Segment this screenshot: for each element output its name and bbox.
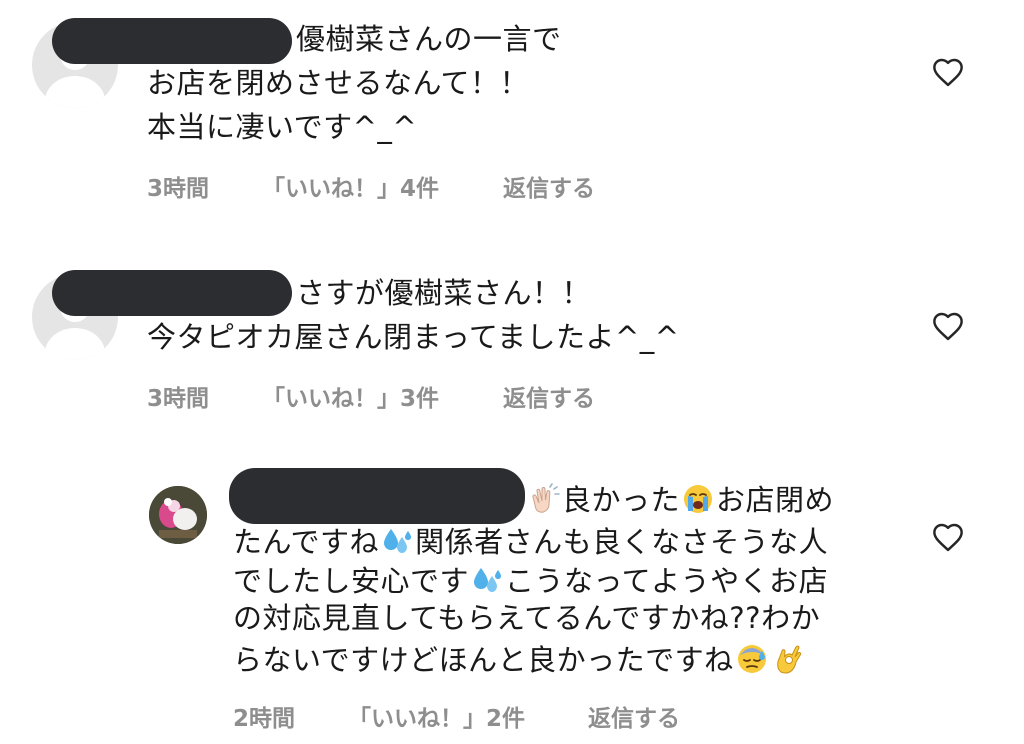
heart-outline-icon[interactable] xyxy=(931,311,965,341)
redacted-username xyxy=(229,468,525,524)
comment-text-segment: お店閉め xyxy=(716,483,835,517)
comment-text-segment: らないですけどほんと良かったですね xyxy=(233,643,734,677)
reply-button[interactable]: 返信する xyxy=(588,699,680,733)
comment-timestamp: 3時間 xyxy=(147,386,210,412)
sweat-droplets-emoji xyxy=(384,529,412,553)
comment-text-line: 良かった お店閉め xyxy=(526,480,834,520)
likes-count-link[interactable]: 「いいね！」3件 xyxy=(262,379,439,413)
comment-text-line: 本当に凄いです^_^ xyxy=(147,110,418,144)
loudly-crying-face-emoji xyxy=(684,485,713,513)
comment-text-line: 今タピオカ屋さん閉まってましたよ^_^ xyxy=(147,320,680,354)
likes-count-link[interactable]: 「いいね！」4件 xyxy=(262,169,439,203)
comment-text-line: でしたし安心です こうなってようやくお店 xyxy=(233,561,828,601)
heart-outline-icon[interactable] xyxy=(931,57,965,87)
comment-text-line: お店を閉めさせるなんて！！ xyxy=(147,66,530,100)
sweat-droplets-emoji xyxy=(474,568,502,592)
comment-text-line: の対応見直してもらえてるんですかね??わか xyxy=(233,601,821,635)
clapping-hands-emoji xyxy=(532,483,560,513)
redacted-username xyxy=(52,18,292,64)
comment-text-segment: 良かった xyxy=(562,483,681,517)
comment-text-line: 優樹菜さんの一言で xyxy=(296,22,562,56)
downcast-face-with-sweat-emoji xyxy=(737,645,766,673)
comment-text-segment: たんですね xyxy=(233,525,380,559)
likes-count-link[interactable]: 「いいね！」2件 xyxy=(348,699,525,733)
comment-text-line: たんですね 関係者さんも良くなさそうな人 xyxy=(233,522,828,562)
reply-button[interactable]: 返信する xyxy=(503,379,595,413)
comment-timestamp: 3時間 xyxy=(147,176,210,202)
comment-timestamp: 2時間 xyxy=(233,706,296,732)
comment-text-segment: でしたし安心です xyxy=(233,564,470,598)
comment-text-segment: こうなってようやくお店 xyxy=(505,564,829,598)
redacted-username xyxy=(52,270,292,316)
comment-text-segment: 関係者さんも良くなさそうな人 xyxy=(415,525,829,559)
ok-hand-emoji xyxy=(776,645,801,674)
comment-text-line: さすが優樹菜さん！！ xyxy=(296,276,592,310)
avatar[interactable] xyxy=(149,486,207,544)
heart-outline-icon[interactable] xyxy=(931,522,965,552)
comment-text-line: らないですけどほんと良かったですね xyxy=(233,640,806,680)
reply-button[interactable]: 返信する xyxy=(503,169,595,203)
